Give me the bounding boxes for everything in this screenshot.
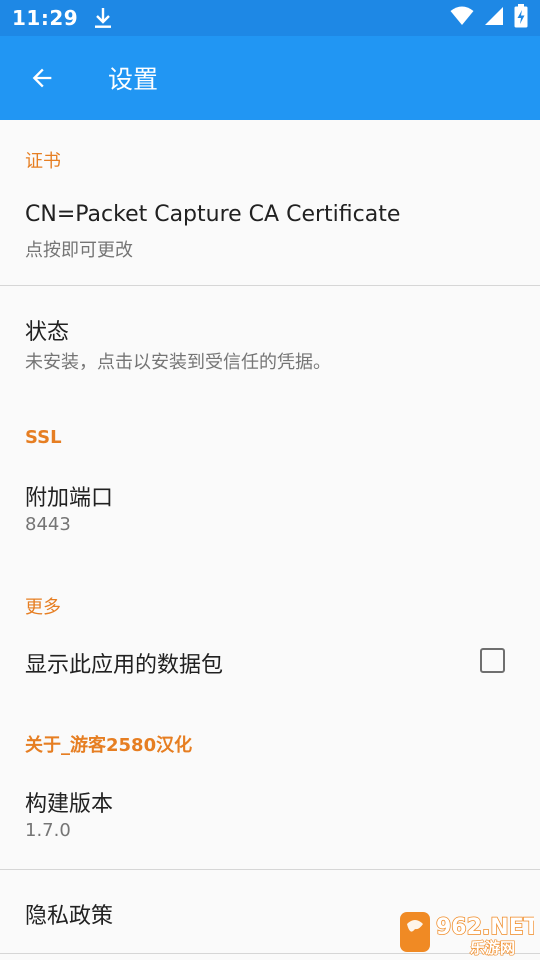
section-header-more: 更多 <box>25 597 61 618</box>
watermark-text-bottom: 乐游网 <box>470 939 515 956</box>
section-header-about: 关于_游客2580汉化 <box>25 735 193 756</box>
setting-title: 状态 <box>25 320 70 345</box>
divider <box>0 285 540 286</box>
setting-title: 隐私政策 <box>25 904 114 929</box>
setting-title: 附加端口 <box>25 486 114 511</box>
status-icons <box>450 4 528 32</box>
setting-item-status[interactable]: 状态 未安装，点击以安装到受信任的凭据。 <box>0 296 540 392</box>
setting-title: CN=Packet Capture CA Certificate <box>25 202 401 227</box>
setting-item-build-version[interactable]: 构建版本 1.7.0 <box>0 770 540 868</box>
watermark-logo: 962.NET 乐游网 <box>400 908 539 958</box>
show-app-packets-checkbox[interactable] <box>480 648 505 673</box>
section-header-certificate: 证书 <box>25 151 61 172</box>
status-time: 11:29 <box>12 6 79 30</box>
section-header-ssl: SSL <box>25 427 62 448</box>
setting-title: 构建版本 <box>25 792 114 817</box>
setting-title: 显示此应用的数据包 <box>25 653 224 678</box>
signal-icon <box>484 6 504 30</box>
setting-summary: 未安装，点击以安装到受信任的凭据。 <box>25 352 331 373</box>
arrow-back-icon <box>32 68 52 88</box>
app-bar: 设置 <box>0 36 540 120</box>
page-title: 设置 <box>108 65 159 94</box>
battery-charging-icon <box>514 4 528 32</box>
status-bar: 11:29 <box>0 0 540 36</box>
setting-item-show-app-packets[interactable]: 显示此应用的数据包 <box>0 630 540 694</box>
back-button[interactable] <box>14 50 70 106</box>
setting-item-additional-ports[interactable]: 附加端口 8443 <box>0 466 540 562</box>
setting-summary: 1.7.0 <box>25 820 71 841</box>
download-icon <box>94 7 112 29</box>
setting-summary: 点按即可更改 <box>25 240 133 261</box>
watermark-text-top: 962.NET <box>436 915 534 940</box>
divider <box>0 869 540 870</box>
wifi-icon <box>450 6 474 30</box>
setting-item-certificate[interactable]: CN=Packet Capture CA Certificate 点按即可更改 <box>0 186 540 284</box>
setting-summary: 8443 <box>25 514 71 535</box>
